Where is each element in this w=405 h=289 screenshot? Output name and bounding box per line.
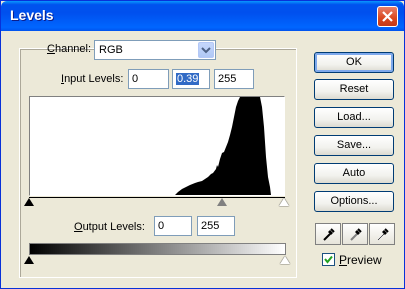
close-button[interactable]	[377, 6, 398, 27]
white-eyedropper-button[interactable]	[369, 223, 395, 245]
preview-checkbox[interactable]	[322, 253, 335, 266]
close-icon	[382, 11, 393, 22]
histogram-graph	[175, 97, 271, 195]
gray-eyedropper-button[interactable]	[342, 223, 368, 245]
channel-value: RGB	[99, 44, 123, 56]
output-black-slider[interactable]	[24, 256, 34, 264]
reset-button[interactable]: Reset	[314, 79, 394, 100]
input-gamma-slider[interactable]	[217, 198, 227, 206]
levels-dialog: Levels Channel: RGB Input Levels: 0 0.39…	[0, 0, 405, 289]
save-button[interactable]: Save...	[314, 135, 394, 156]
ok-button[interactable]: OK	[314, 52, 394, 73]
checkmark-icon	[324, 255, 333, 264]
input-levels-label: Input Levels:	[61, 73, 124, 85]
auto-button[interactable]: Auto	[314, 163, 394, 184]
output-gradient-bar	[29, 243, 286, 255]
input-white-slider[interactable]	[279, 198, 289, 206]
black-eyedropper-button[interactable]	[315, 223, 341, 245]
histogram	[29, 96, 285, 196]
channel-select[interactable]: RGB	[94, 40, 216, 60]
input-black-slider[interactable]	[24, 198, 34, 206]
dropdown-arrow-icon[interactable]	[198, 42, 214, 58]
output-levels-label: Output Levels:	[74, 221, 145, 233]
load-button[interactable]: Load...	[314, 107, 394, 128]
white-eyedropper-icon	[377, 228, 389, 241]
black-eyedropper-icon	[323, 228, 335, 241]
output-black-field[interactable]: 0	[154, 216, 192, 236]
preview-label[interactable]: Preview	[339, 253, 382, 267]
gray-eyedropper-icon	[350, 228, 362, 241]
input-white-field[interactable]: 255	[214, 69, 254, 89]
window-title: Levels	[10, 7, 54, 23]
input-slider-track	[29, 197, 285, 198]
title-bar[interactable]: Levels	[1, 1, 404, 31]
input-black-field[interactable]: 0	[128, 69, 169, 89]
output-white-slider[interactable]	[280, 256, 290, 264]
options-button[interactable]: Options...	[314, 191, 394, 212]
input-gamma-field[interactable]: 0.39	[172, 69, 210, 89]
channel-label: Channel:	[47, 43, 92, 55]
output-white-field[interactable]: 255	[197, 216, 235, 236]
